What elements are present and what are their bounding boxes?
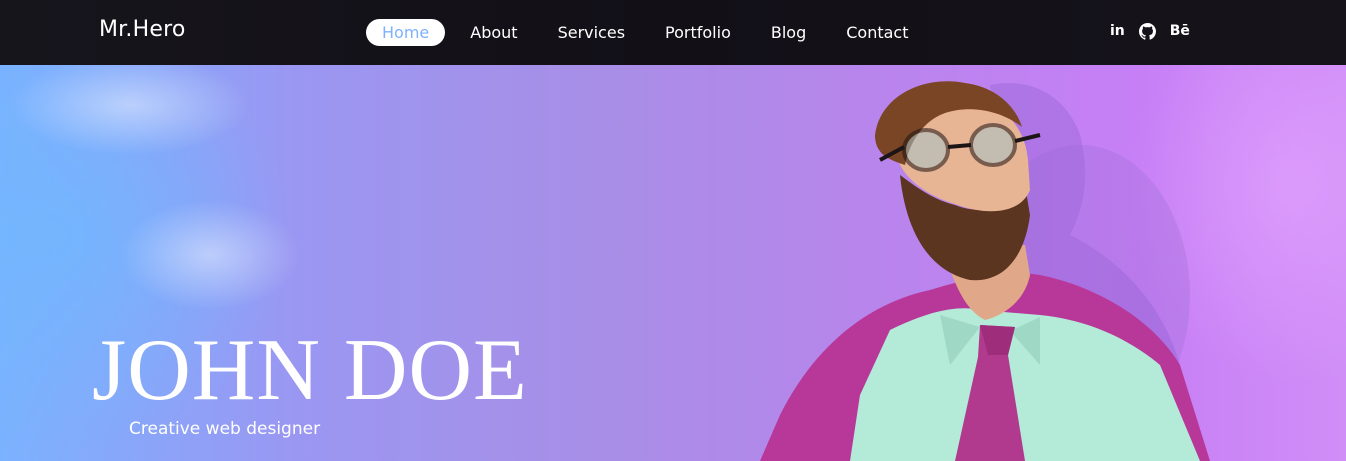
nav-links: Home About Services Portfolio Blog Conta… [366,19,928,46]
github-icon[interactable] [1138,20,1156,42]
hero-portrait-image [760,81,1210,461]
nav-link-services[interactable]: Services [538,19,645,46]
page: Mr.Hero Home About Services Portfolio Bl… [0,0,1346,461]
brand-logo[interactable]: Mr.Hero [99,17,186,42]
hero-subtitle: Creative web designer [129,419,321,439]
nav-link-about[interactable]: About [450,19,537,46]
behance-icon[interactable]: Bē [1170,20,1190,42]
linkedin-icon[interactable]: in [1110,20,1125,42]
nav-link-portfolio[interactable]: Portfolio [645,19,751,46]
hero-name: JOHN DOE [92,322,528,419]
hero-section: JOHN DOE Creative web designer [0,65,1346,461]
social-links: in Bē [1110,20,1190,42]
nav-link-home[interactable]: Home [366,19,446,46]
nav-link-contact[interactable]: Contact [826,19,928,46]
navbar: Mr.Hero Home About Services Portfolio Bl… [0,0,1346,65]
nav-link-blog[interactable]: Blog [751,19,826,46]
